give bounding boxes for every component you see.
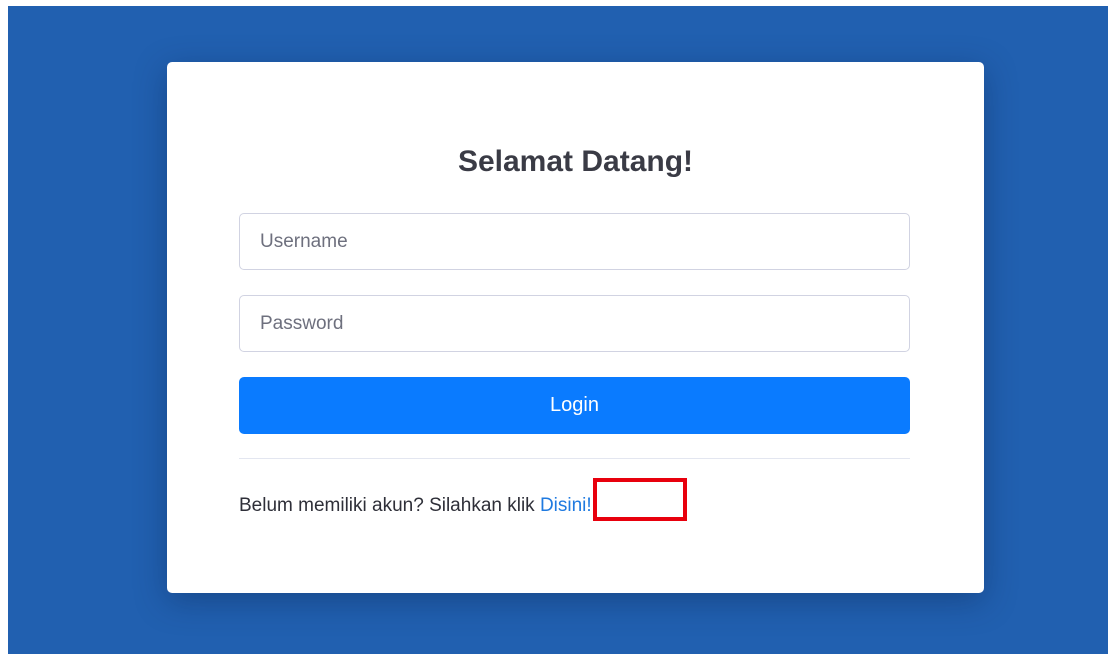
login-button[interactable]: Login [239,377,910,434]
divider [239,458,910,459]
username-input[interactable] [239,213,910,270]
page-background: Selamat Datang! Login Belum memiliki aku… [8,6,1108,654]
page-title: Selamat Datang! [457,145,694,178]
register-link[interactable]: Disini! [540,495,592,516]
login-card: Selamat Datang! Login Belum memiliki aku… [167,62,984,593]
register-prompt-text: Belum memiliki akun? Silahkan klik [239,495,540,516]
register-prompt: Belum memiliki akun? Silahkan klik Disin… [239,493,592,519]
password-input[interactable] [239,295,910,352]
